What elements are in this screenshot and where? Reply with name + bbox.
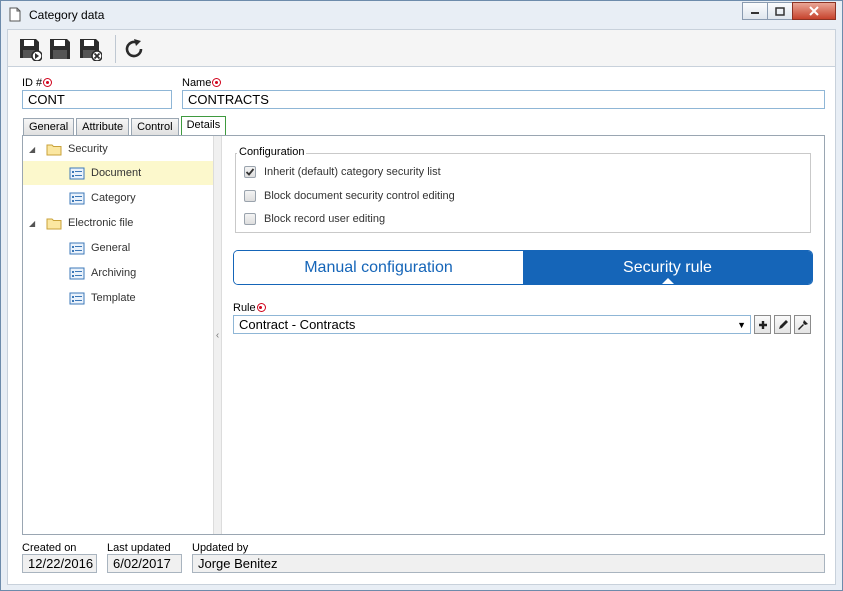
tab-attribute[interactable]: Attribute	[76, 118, 130, 136]
chevron-left-icon[interactable]: ‹	[216, 330, 219, 341]
updated-by-label: Updated by	[192, 542, 249, 554]
tab-strip: General Attribute Control Details	[23, 116, 228, 136]
refresh-icon[interactable]	[122, 37, 146, 61]
window-controls	[742, 2, 836, 20]
clear-rule-button[interactable]	[794, 315, 811, 334]
title-bar: Category data	[1, 1, 842, 29]
form-content: ID # CONT Name CONTRACTS General Attribu…	[7, 67, 836, 585]
mode-segmented-control: Manual configuration Security rule	[233, 250, 813, 285]
created-on-label: Created on	[22, 542, 77, 554]
rule-label: Rule	[233, 302, 266, 314]
required-icon	[212, 78, 222, 87]
panel-splitter[interactable]: ‹	[213, 136, 222, 534]
form-page-icon	[69, 267, 85, 279]
tab-details[interactable]: Details	[180, 116, 227, 136]
collapse-icon[interactable]: ◢	[29, 145, 38, 154]
details-panel: ◢ Security Document Category ◢ Electroni…	[22, 135, 825, 535]
folder-icon	[46, 218, 62, 229]
id-field[interactable]: CONT	[22, 90, 172, 109]
tree-item-document[interactable]: Document	[23, 161, 213, 185]
id-label: ID #	[22, 77, 53, 89]
manual-configuration-option[interactable]: Manual configuration	[234, 251, 523, 284]
collapse-icon[interactable]: ◢	[29, 219, 38, 228]
window-title: Category data	[29, 8, 105, 22]
minimize-button[interactable]	[742, 2, 768, 20]
inherit-security-checkbox[interactable]	[244, 166, 256, 178]
last-updated-label: Last updated	[107, 542, 171, 554]
save-icon[interactable]	[48, 37, 72, 61]
checkmark-icon	[245, 168, 255, 176]
minimize-icon	[751, 12, 759, 14]
form-page-icon	[69, 167, 85, 179]
edit-rule-button[interactable]	[774, 315, 791, 334]
last-updated-field: 6/02/2017	[107, 554, 182, 573]
category-data-window: Category data ID # CONT Name CONTRACTS G…	[0, 0, 843, 591]
updated-by-field: Jorge Benitez	[192, 554, 825, 573]
rule-select[interactable]: Contract - Contracts ▼	[233, 315, 751, 334]
close-icon	[809, 6, 819, 16]
block-doc-security-checkbox[interactable]	[244, 190, 256, 202]
tree-item-electronic-file[interactable]: ◢ Electronic file	[23, 211, 213, 235]
name-field[interactable]: CONTRACTS	[182, 90, 825, 109]
block-doc-security-option[interactable]: Block document security control editing	[244, 190, 455, 202]
maximize-icon	[775, 6, 785, 16]
tab-general[interactable]: General	[23, 118, 75, 136]
name-label: Name	[182, 77, 222, 89]
required-icon	[43, 78, 53, 87]
save-new-icon[interactable]	[18, 37, 42, 61]
detail-pane: Inherit (default) category security list…	[223, 136, 824, 534]
block-record-user-checkbox[interactable]	[244, 213, 256, 225]
tree-item-template[interactable]: Template	[23, 286, 213, 310]
document-icon	[9, 7, 21, 22]
tree-item-category[interactable]: Category	[23, 186, 213, 210]
dropdown-arrow-icon[interactable]: ▼	[737, 318, 746, 333]
brush-icon	[797, 319, 808, 330]
created-on-field: 12/22/2016	[22, 554, 97, 573]
block-record-user-option[interactable]: Block record user editing	[244, 213, 385, 225]
tree-item-archiving[interactable]: Archiving	[23, 261, 213, 285]
tree-item-security[interactable]: ◢ Security	[23, 137, 213, 161]
toolbar	[7, 29, 836, 67]
required-icon	[256, 303, 266, 312]
pencil-icon	[778, 319, 788, 329]
details-tree: ◢ Security Document Category ◢ Electroni…	[23, 136, 213, 534]
inherit-security-option[interactable]: Inherit (default) category security list	[244, 166, 441, 178]
tree-item-general[interactable]: General	[23, 236, 213, 260]
configuration-group: Inherit (default) category security list…	[235, 153, 811, 233]
toolbar-separator	[115, 35, 116, 63]
form-page-icon	[69, 192, 85, 204]
folder-icon	[46, 144, 62, 155]
plus-icon	[758, 320, 767, 329]
save-close-icon[interactable]	[78, 37, 102, 61]
tab-control[interactable]: Control	[131, 118, 179, 136]
form-page-icon	[69, 292, 85, 304]
maximize-button[interactable]	[767, 2, 793, 20]
add-rule-button[interactable]	[754, 315, 771, 334]
security-rule-option[interactable]: Security rule	[523, 251, 812, 284]
configuration-legend: Configuration	[237, 146, 307, 158]
form-page-icon	[69, 242, 85, 254]
close-button[interactable]	[792, 2, 836, 20]
